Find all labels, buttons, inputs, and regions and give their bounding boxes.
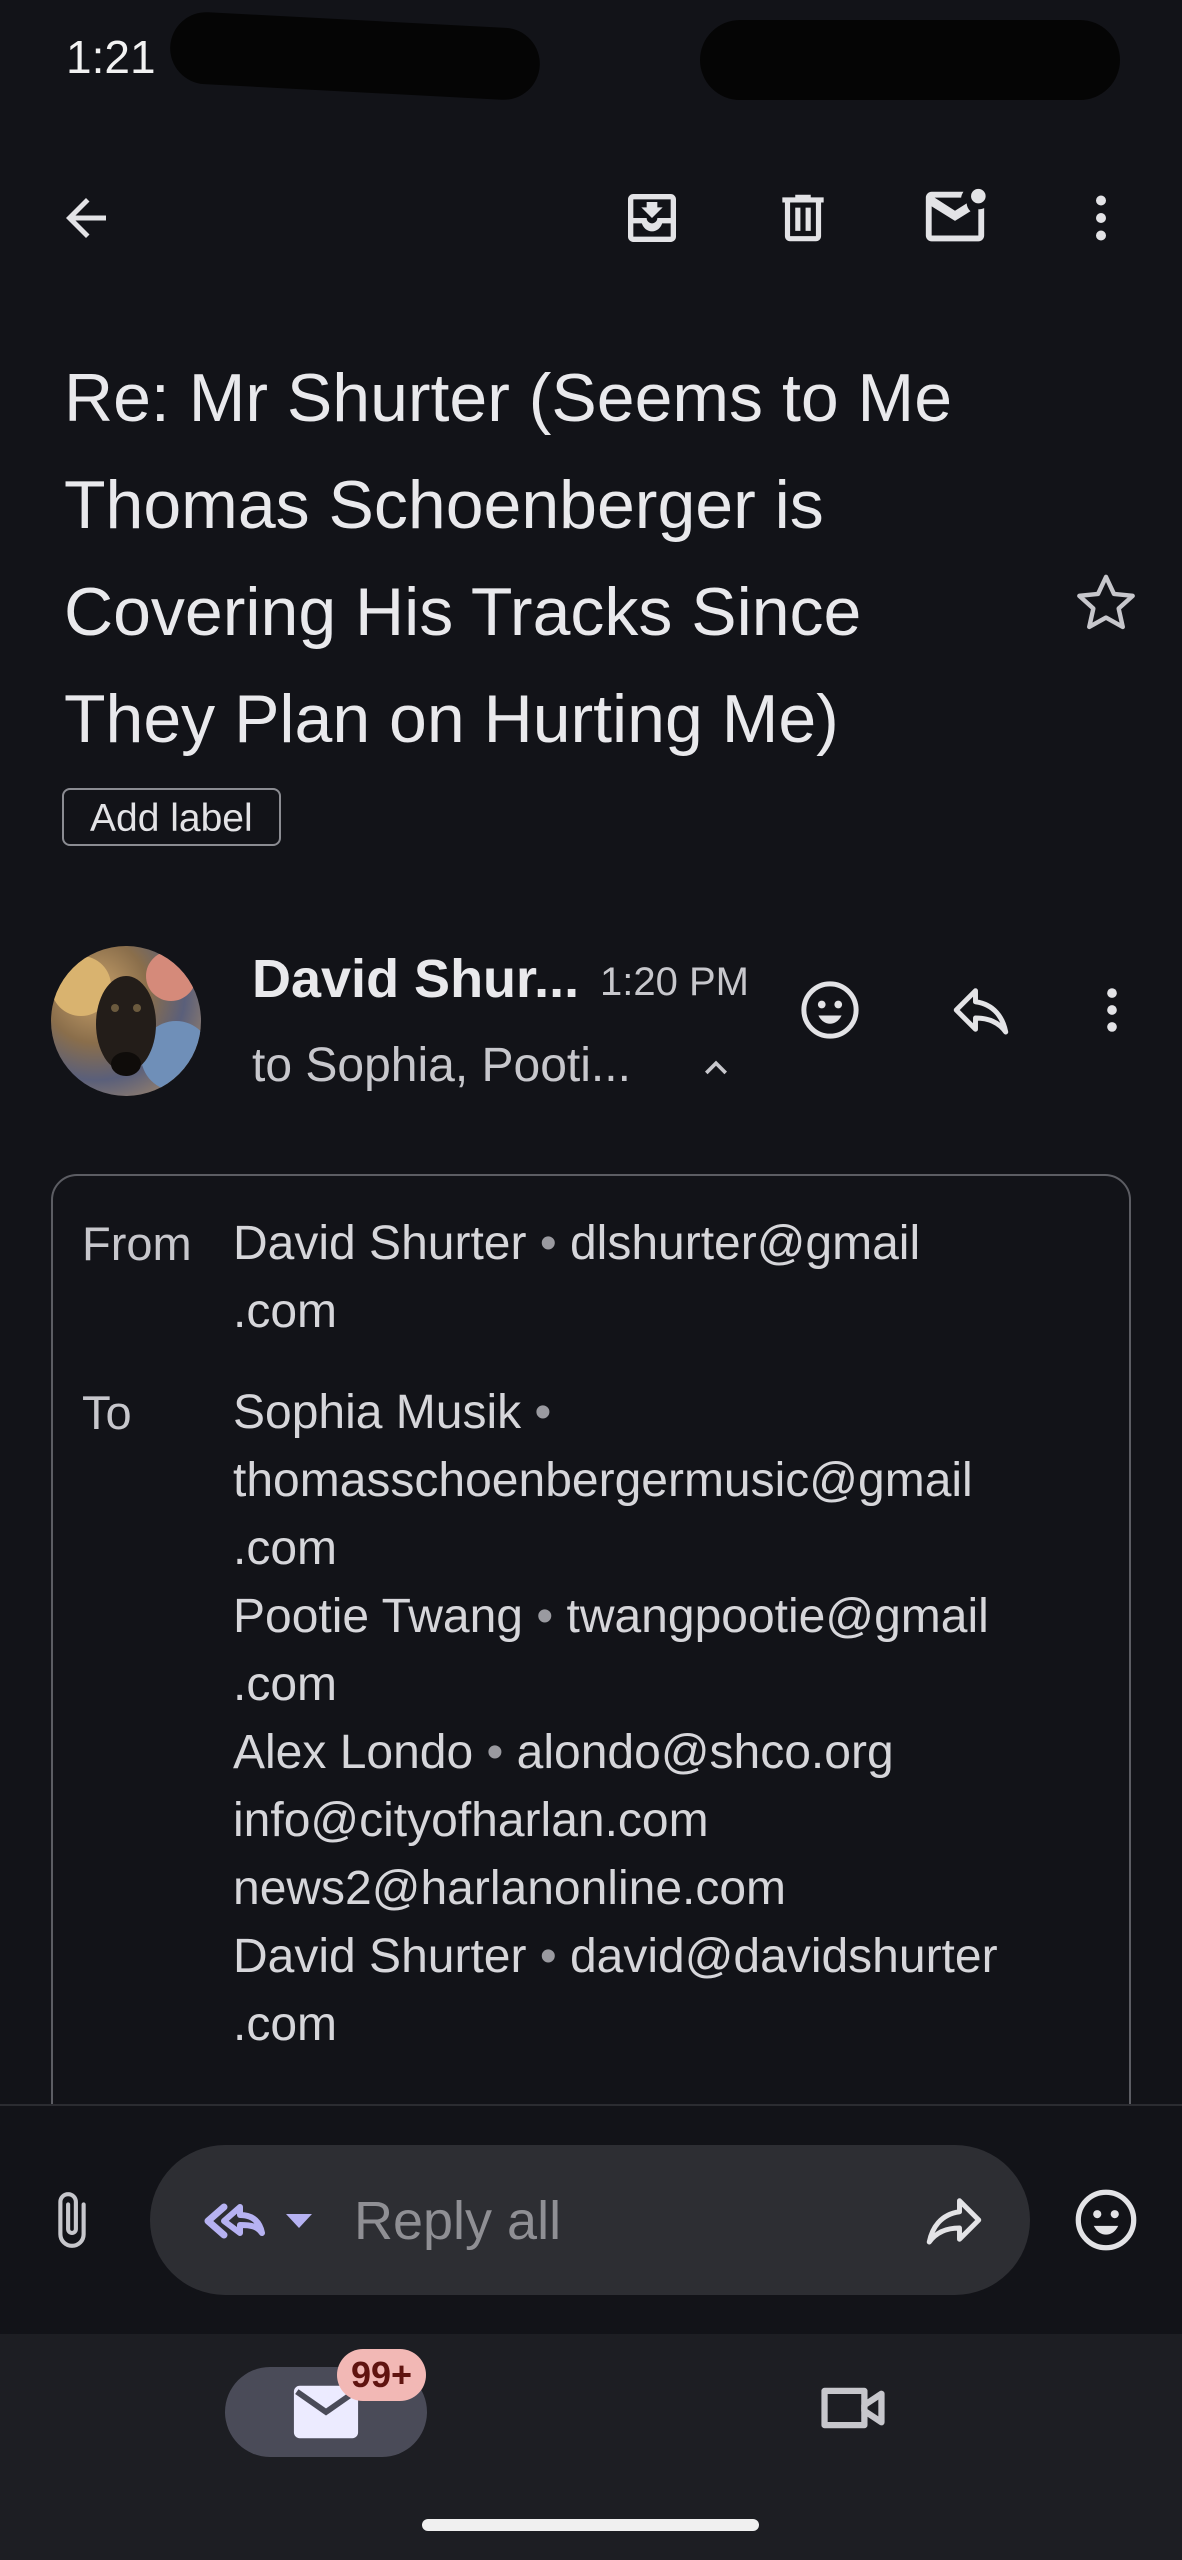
recipient-line: David Shurter • david@davidshurter: [233, 1930, 998, 1983]
redaction-mark: [700, 20, 1120, 100]
attach-icon: [58, 2192, 86, 2248]
reply-mode-button[interactable]: [190, 2188, 330, 2254]
from-email-continued[interactable]: .com: [233, 1284, 337, 1339]
recipient-line: Alex Londo • alondo@shco.org: [233, 1726, 894, 1779]
reply-all-icon: [204, 2203, 265, 2239]
delete-button[interactable]: [755, 170, 851, 266]
more-options-button[interactable]: [1053, 170, 1149, 266]
trash-icon: [782, 194, 824, 242]
recipient-line: Pootie Twang • twangpootie@gmail: [233, 1590, 989, 1643]
sender-name[interactable]: David Shur...: [252, 948, 579, 1010]
from-email[interactable]: dlshurter@gmail: [570, 1217, 920, 1270]
more-vert-icon: [1107, 988, 1117, 1032]
star-icon: [1077, 574, 1135, 630]
mail-badge: 99+: [337, 2349, 427, 2401]
chevron-down-icon: [286, 2214, 312, 2228]
email-subject: Re: Mr Shurter (Seems to Me Thomas Schoe…: [64, 360, 953, 757]
recipient-email[interactable]: david@davidshurter: [570, 1930, 998, 1983]
chevron-up-icon: [705, 1060, 727, 1075]
sender-avatar[interactable]: [51, 946, 201, 1096]
message-time: 1:20 PM: [600, 960, 749, 1004]
recipient-email[interactable]: twangpootie@gmail: [566, 1590, 988, 1643]
recipient-line: Sophia Musik •: [233, 1386, 552, 1439]
from-name: David Shurter: [233, 1217, 527, 1270]
forward-icon: [926, 2198, 982, 2245]
emoji-button[interactable]: [1058, 2172, 1154, 2268]
add-label-button[interactable]: Add label: [62, 788, 281, 846]
attach-button[interactable]: [24, 2172, 120, 2268]
recipient-email[interactable]: thomasschoenbergermusic@gmail: [233, 1453, 973, 1508]
recipient-email-continued[interactable]: .com: [233, 1657, 337, 1712]
status-time: 1:21: [66, 31, 156, 83]
recipients-summary[interactable]: to Sophia, Pooti...: [252, 1038, 631, 1093]
video-icon: [821, 2387, 885, 2429]
recipient-email-continued[interactable]: .com: [233, 1521, 337, 1576]
react-emoji-button[interactable]: [782, 962, 878, 1058]
forward-button[interactable]: [906, 2172, 1002, 2268]
mark-unread-icon: [925, 188, 986, 242]
recipient-name: Pootie Twang: [233, 1590, 523, 1643]
home-indicator[interactable]: [422, 2519, 759, 2531]
emoji-icon: [1075, 2189, 1137, 2251]
from-line: David Shurter • dlshurter@gmail: [233, 1217, 921, 1270]
redaction-mark: [168, 10, 542, 102]
recipient-email[interactable]: info@cityofharlan.com: [233, 1793, 709, 1848]
recipient-email-continued[interactable]: .com: [233, 1997, 337, 2052]
collapse-details-button[interactable]: [694, 1046, 738, 1090]
star-button[interactable]: [1058, 555, 1154, 651]
reply-all-placeholder[interactable]: Reply all: [354, 2190, 561, 2252]
recipient-email[interactable]: alondo@shco.org: [517, 1726, 894, 1779]
to-label: To: [82, 1386, 132, 1439]
mark-unread-button[interactable]: [907, 170, 1003, 266]
back-arrow-icon: [66, 198, 106, 238]
reply-icon: [953, 988, 1009, 1035]
nav-meet-tab[interactable]: [816, 2376, 890, 2440]
recipient-name: Alex Londo: [233, 1726, 474, 1779]
archive-icon: [628, 194, 676, 242]
recipient-name: David Shurter: [233, 1930, 527, 1983]
recipient-email[interactable]: news2@harlanonline.com: [233, 1861, 786, 1916]
reply-button[interactable]: [933, 962, 1029, 1058]
emoji-icon: [801, 981, 859, 1039]
from-label: From: [82, 1217, 192, 1270]
message-more-button[interactable]: [1064, 962, 1160, 1058]
more-vert-icon: [1096, 195, 1106, 241]
archive-button[interactable]: [604, 170, 700, 266]
recipient-name: Sophia Musik: [233, 1386, 522, 1439]
message-details-box: [51, 1174, 1131, 2174]
back-button[interactable]: [38, 170, 134, 266]
